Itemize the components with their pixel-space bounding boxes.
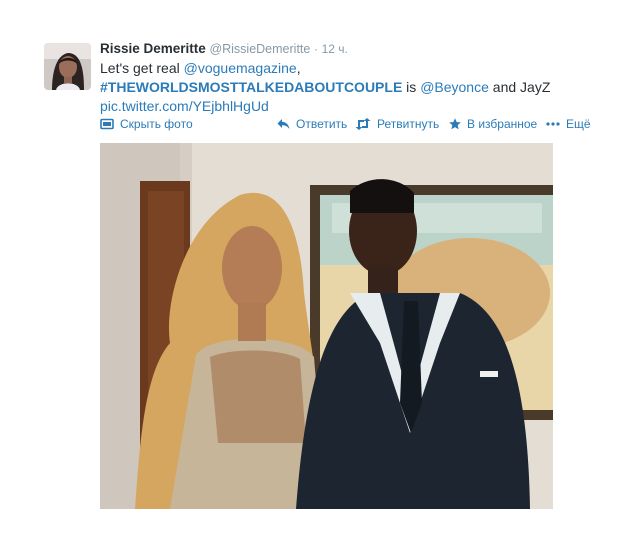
reply-button[interactable]: Ответить [277,117,347,131]
star-icon [449,118,461,130]
tweet-content: Rissie Demeritte @RissieDemeritte · 12 ч… [100,40,600,116]
mention-beyonce[interactable]: @Beyonce [420,79,489,95]
more-dots-icon [546,118,560,130]
fullname[interactable]: Rissie Demeritte [100,41,206,56]
tweet-text-comma: , [296,60,301,76]
mention-vogue[interactable]: @voguemagazine [184,60,297,76]
tweet-actions: Скрыть фото Ответить Ретвитнуть В избран… [100,117,600,135]
retweet-button[interactable]: Ретвитнуть [355,117,439,131]
timestamp[interactable]: 12 ч. [322,42,348,56]
favorite-button[interactable]: В избранное [449,117,537,131]
username[interactable]: @RissieDemeritte [209,42,310,56]
hashtag[interactable]: #THEWORLDSMOSTTALKEDABOUTCOUPLE [100,79,402,95]
photo-icon [100,118,114,130]
reply-label: Ответить [296,117,348,131]
hide-photo-label: Скрыть фото [120,117,193,131]
tweet-text-is: is [402,79,421,95]
tweet-text-and: and JayZ [488,79,551,95]
tweet-header: Rissie Demeritte @RissieDemeritte · 12 ч… [100,40,600,58]
favorite-label: В избранное [467,117,538,131]
tweet: Rissie Demeritte @RissieDemeritte · 12 ч… [0,0,640,540]
reply-icon [277,118,290,130]
retweet-icon [355,118,371,130]
hide-photo-button[interactable]: Скрыть фото [100,117,193,131]
tweet-text-prefix: Let's get real [100,60,184,76]
retweet-label: Ретвитнуть [377,117,440,131]
tweet-text: Let's get real @voguemagazine, #THEWORLD… [100,59,600,116]
tweet-photo[interactable] [100,143,553,509]
avatar[interactable] [44,43,91,90]
pic-link[interactable]: pic.twitter.com/YEjbhlHgUd [100,98,269,114]
separator: · [313,42,318,56]
more-button[interactable]: Ещё [546,117,591,131]
more-label: Ещё [566,117,591,131]
